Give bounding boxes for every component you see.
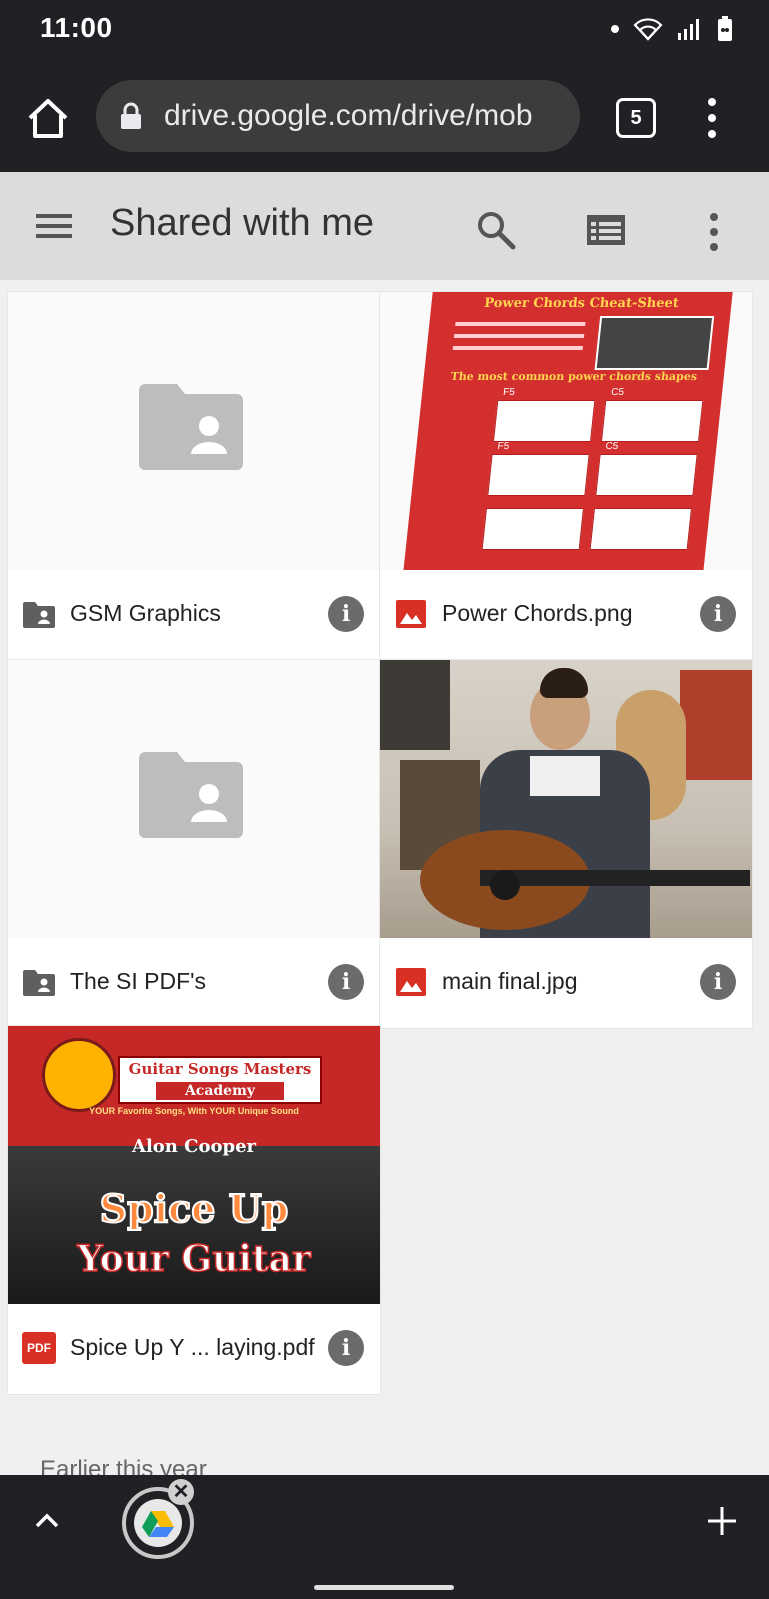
- signal-icon: [678, 19, 699, 40]
- shared-folder-icon: [23, 602, 55, 628]
- cheat-sheet-page: Power Chords Cheat-Sheet The most common…: [402, 292, 734, 570]
- folder-thumbnail: [8, 292, 380, 570]
- card-footer: Power Chords.png i: [380, 570, 752, 660]
- info-icon[interactable]: i: [328, 1330, 364, 1366]
- chord-diagram: F5: [492, 387, 596, 442]
- chord-diagram: [481, 508, 585, 550]
- info-icon[interactable]: i: [328, 964, 364, 1000]
- search-icon[interactable]: [476, 210, 516, 250]
- status-bar: 11:00: [0, 0, 769, 58]
- cheat-sheet-subtitle: The most common power chords shapes: [449, 370, 698, 383]
- card-footer: main final.jpg i: [380, 938, 752, 1028]
- file-card-power-chords[interactable]: Power Chords Cheat-Sheet The most common…: [380, 292, 752, 660]
- notification-dot-icon: [611, 25, 619, 33]
- drive-logo-icon: [142, 1511, 174, 1537]
- home-icon[interactable]: [24, 94, 72, 142]
- photo-guitarist: [380, 660, 752, 938]
- file-name: GSM Graphics: [70, 600, 221, 626]
- pdf-thumbnail: Guitar Songs Masters Academy YOUR Favori…: [8, 1026, 380, 1304]
- drive-header: Shared with me: [0, 172, 769, 280]
- card-footer: PDF Spice Up Y ... laying.pdf i: [8, 1304, 380, 1394]
- image-file-icon: [396, 968, 426, 996]
- image-thumbnail: [380, 660, 752, 938]
- academy-banner: Guitar Songs Masters Academy: [118, 1056, 322, 1104]
- info-icon[interactable]: i: [700, 596, 736, 632]
- browser-toolbar: drive.google.com/drive/mob 5: [0, 58, 769, 172]
- chord-diagram: C5: [595, 441, 698, 496]
- card-footer: GSM Graphics i: [8, 570, 380, 660]
- file-card-gsm-graphics[interactable]: GSM Graphics i: [8, 292, 380, 660]
- gesture-nav-handle[interactable]: [314, 1585, 454, 1590]
- image-file-icon: [396, 600, 426, 628]
- pdf-file-icon: PDF: [22, 1332, 56, 1364]
- pdf-headline-2: Your Guitar: [76, 1237, 311, 1281]
- academy-logo: [42, 1038, 116, 1112]
- file-name: Power Chords.png: [442, 600, 633, 626]
- shared-folder-icon: [139, 752, 243, 838]
- list-view-icon[interactable]: [586, 214, 626, 246]
- menu-icon[interactable]: [36, 212, 72, 240]
- status-icons: [611, 16, 733, 42]
- file-name: The SI PDF's: [70, 968, 207, 994]
- url-text: drive.google.com/drive/mob: [164, 99, 533, 132]
- file-name: main final.jpg: [442, 968, 578, 994]
- file-card-main-final[interactable]: main final.jpg i: [380, 660, 752, 1028]
- pdf-tagline: YOUR Favorite Songs, With YOUR Unique So…: [89, 1106, 299, 1116]
- pdf-cover: Guitar Songs Masters Academy YOUR Favori…: [8, 1026, 380, 1304]
- status-time: 11:00: [40, 12, 113, 43]
- address-bar[interactable]: drive.google.com/drive/mob: [96, 80, 580, 152]
- lock-icon: [121, 102, 141, 129]
- chevron-up-icon[interactable]: [34, 1511, 60, 1529]
- info-icon[interactable]: i: [328, 596, 364, 632]
- pdf-author: Alon Cooper: [131, 1136, 257, 1157]
- battery-icon: [718, 16, 732, 41]
- file-card-spice-up-pdf[interactable]: Guitar Songs Masters Academy YOUR Favori…: [8, 1026, 380, 1394]
- folder-thumbnail: [8, 660, 380, 938]
- browser-menu-icon[interactable]: [702, 96, 722, 140]
- shared-folder-icon: [23, 970, 55, 996]
- pdf-headline-1: Spice Up: [99, 1185, 290, 1232]
- file-name: Spice Up Y ... laying.pdf: [70, 1334, 315, 1360]
- chord-diagram: [589, 508, 693, 550]
- cheat-sheet-title: Power Chords Cheat-Sheet: [483, 296, 680, 311]
- shared-folder-icon: [139, 384, 243, 470]
- image-thumbnail: Power Chords Cheat-Sheet The most common…: [380, 292, 752, 570]
- chord-diagram: F5: [487, 441, 590, 496]
- new-tab-plus-icon[interactable]: [706, 1505, 738, 1537]
- wifi-icon: [633, 18, 663, 41]
- tab-switcher-button[interactable]: 5: [616, 98, 656, 138]
- browser-bottom-bar: ✕: [0, 1475, 769, 1599]
- file-grid: GSM Graphics i Power Chords Cheat-Sheet …: [0, 280, 769, 1483]
- file-card-si-pdfs[interactable]: The SI PDF's i: [8, 660, 380, 1028]
- chord-diagram: C5: [600, 387, 704, 442]
- close-icon[interactable]: ✕: [168, 1479, 194, 1505]
- page-title: Shared with me: [110, 202, 375, 244]
- info-icon[interactable]: i: [700, 964, 736, 1000]
- more-options-icon[interactable]: [706, 212, 722, 252]
- card-footer: The SI PDF's i: [8, 938, 380, 1028]
